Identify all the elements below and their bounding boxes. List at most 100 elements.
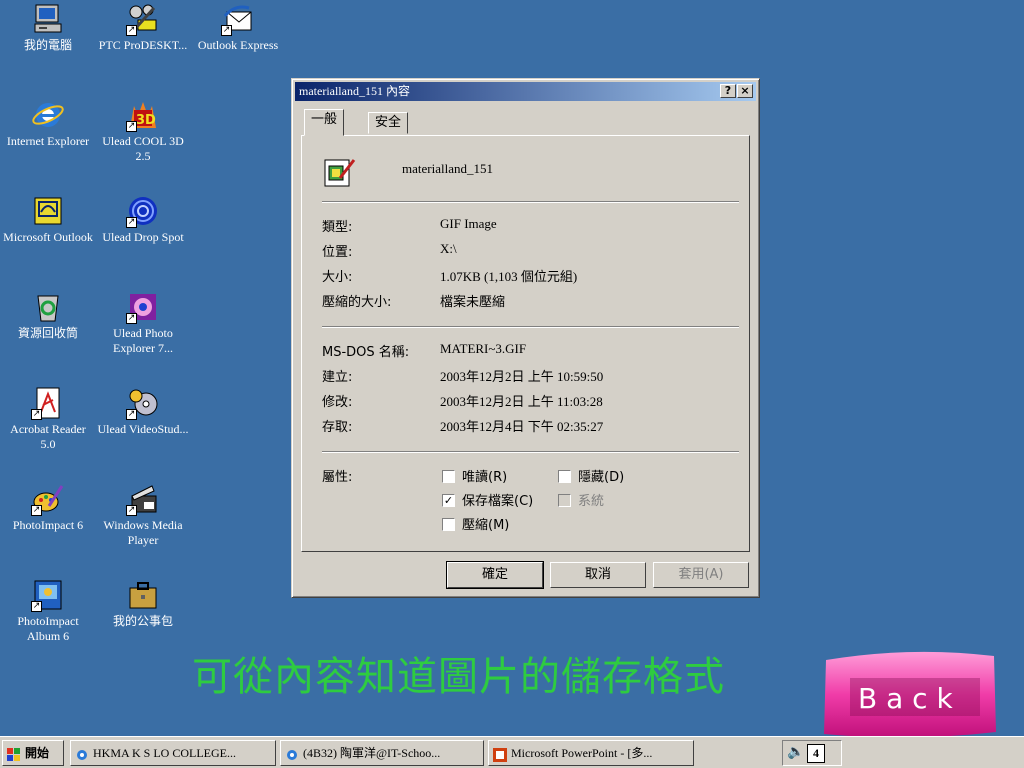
- apply-button: 套用(A): [653, 562, 749, 588]
- icon-label: 我的電腦: [23, 38, 72, 52]
- svg-text:3D: 3D: [136, 113, 156, 128]
- desktop-icon-ptc-prodesktop[interactable]: ↗ PTC ProDESKT...: [97, 2, 189, 53]
- desktop-icon-ulead-cool-3d[interactable]: 3D ↗ Ulead COOL 3D 2.5: [97, 98, 189, 164]
- photoimpact-icon: ↗: [31, 482, 65, 516]
- desktop-icon-windows-media-player[interactable]: ↗ Windows Media Player: [97, 482, 189, 548]
- desktop-icon-ulead-photo-explorer[interactable]: ↗ Ulead Photo Explorer 7...: [97, 290, 189, 356]
- msdos-name-value: MATERI~3.GIF: [440, 341, 527, 356]
- taskbar-item-label: HKMA K S LO COLLEGE...: [93, 746, 236, 760]
- system-tray: 🔈 4: [782, 740, 842, 766]
- icon-label: PTC ProDESKT...: [98, 38, 188, 52]
- icon-label: Outlook Express: [197, 38, 279, 52]
- readonly-label[interactable]: 唯讀(R): [462, 466, 507, 485]
- shortcut-arrow-icon: ↗: [126, 121, 137, 132]
- properties-dialog: materialland_151 內容 ? × 一般 安全 materialla…: [291, 78, 760, 598]
- internet-explorer-icon: [285, 746, 299, 760]
- modified-value: 2003年12月2日 上午 11:03:28: [440, 394, 603, 409]
- icon-label: Microsoft Outlook: [3, 230, 93, 244]
- location-value: X:\: [440, 241, 457, 256]
- desktop-icon-ulead-videostudio[interactable]: ↗ Ulead VideoStud...: [97, 386, 189, 437]
- hidden-label[interactable]: 隱藏(D): [578, 466, 624, 485]
- close-button[interactable]: ×: [737, 84, 753, 98]
- shortcut-arrow-icon: ↗: [221, 25, 232, 36]
- speaker-icon[interactable]: 🔈: [787, 745, 804, 761]
- shortcut-arrow-icon: ↗: [31, 409, 42, 420]
- system-checkbox: [558, 494, 571, 507]
- system-label: 系統: [578, 494, 605, 509]
- icon-label: Windows Media Player: [103, 518, 183, 547]
- recycle-bin-icon: [31, 290, 65, 324]
- start-button[interactable]: 開始: [2, 740, 64, 766]
- back-button[interactable]: B a c k: [820, 650, 1000, 740]
- icon-label: Acrobat Reader 5.0: [10, 422, 86, 451]
- ulead-photo-explorer-icon: ↗: [126, 290, 160, 324]
- desktop-icon-photoimpact[interactable]: ↗ PhotoImpact 6: [2, 482, 94, 533]
- icon-label: Ulead Drop Spot: [102, 230, 184, 244]
- compressed-size-label: 壓縮的大小:: [322, 295, 392, 310]
- desktop-icon-my-computer[interactable]: 我的電腦: [2, 2, 94, 53]
- attributes-label: 屬性:: [322, 470, 353, 485]
- accessed-value: 2003年12月4日 下午 02:35:27: [440, 419, 604, 434]
- icon-label: PhotoImpact 6: [12, 518, 84, 532]
- desktop-icon-ulead-drop-spot[interactable]: ↗ Ulead Drop Spot: [97, 194, 189, 245]
- icon-label: Ulead VideoStud...: [97, 422, 189, 436]
- icon-label: PhotoImpact Album 6: [17, 614, 79, 643]
- location-label: 位置:: [322, 245, 353, 260]
- desktop-icon-outlook-express[interactable]: ↗ Outlook Express: [192, 2, 284, 53]
- separator: [322, 201, 739, 203]
- ptc-prodesktop-icon: ↗: [126, 2, 160, 36]
- acrobat-icon: ↗: [31, 386, 65, 420]
- archive-checkbox[interactable]: ✓: [442, 494, 455, 507]
- cancel-button[interactable]: 取消: [550, 562, 646, 588]
- computer-icon: [31, 2, 65, 36]
- briefcase-icon: [126, 578, 160, 612]
- shortcut-arrow-icon: ↗: [126, 409, 137, 420]
- tab-general[interactable]: 一般: [304, 109, 345, 136]
- modified-label: 修改:: [322, 395, 353, 410]
- taskbar-item-label: (4B32) 陶軍洋@IT-Schoo...: [303, 746, 441, 760]
- shortcut-arrow-icon: ↗: [126, 217, 137, 228]
- desktop-icon-internet-explorer[interactable]: Internet Explorer: [2, 98, 94, 149]
- readonly-checkbox[interactable]: [442, 470, 455, 483]
- windows-logo-icon: [7, 746, 21, 761]
- question-icon: ?: [724, 84, 732, 97]
- gif-file-icon: [322, 156, 356, 190]
- powerpoint-icon: [493, 746, 507, 762]
- outlook-icon: [31, 194, 65, 228]
- icon-label: 資源回收筒: [17, 326, 78, 340]
- archive-label[interactable]: 保存檔案(C): [462, 490, 533, 509]
- start-label: 開始: [25, 746, 50, 760]
- type-value: GIF Image: [440, 216, 497, 231]
- ulead-drop-spot-icon: ↗: [126, 194, 160, 228]
- shortcut-arrow-icon: ↗: [126, 313, 137, 324]
- created-value: 2003年12月2日 上午 10:59:50: [440, 369, 604, 384]
- help-button[interactable]: ?: [720, 84, 736, 98]
- desktop-icon-acrobat-reader[interactable]: ↗ Acrobat Reader 5.0: [2, 386, 94, 452]
- tray-indicator[interactable]: 4: [807, 744, 825, 763]
- internet-explorer-icon: [31, 98, 65, 132]
- desktop-icon-my-briefcase[interactable]: 我的公事包: [97, 578, 189, 629]
- tab-panel-general: materialland_151 類型: GIF Image 位置: X:\ 大…: [301, 135, 750, 552]
- back-button-label: B a c k: [858, 682, 953, 715]
- desktop-icon-recycle-bin[interactable]: 資源回收筒: [2, 290, 94, 341]
- shortcut-arrow-icon: ↗: [31, 601, 42, 612]
- slide-caption: 可從內容知道圖片的儲存格式: [192, 654, 725, 700]
- taskbar-item-ie-itschool[interactable]: (4B32) 陶軍洋@IT-Schoo...: [280, 740, 484, 766]
- tab-label: 一般: [311, 112, 338, 127]
- desktop-icon-microsoft-outlook[interactable]: Microsoft Outlook: [2, 194, 94, 245]
- compress-label[interactable]: 壓縮(M): [462, 514, 509, 533]
- hidden-checkbox[interactable]: [558, 470, 571, 483]
- desktop-icon-photoimpact-album[interactable]: ↗ PhotoImpact Album 6: [2, 578, 94, 644]
- icon-label: Internet Explorer: [6, 134, 90, 148]
- icon-label: Ulead COOL 3D 2.5: [102, 134, 184, 163]
- taskbar-item-powerpoint[interactable]: Microsoft PowerPoint - [多...: [488, 740, 694, 766]
- dialog-titlebar[interactable]: materialland_151 內容 ? ×: [295, 82, 756, 101]
- shortcut-arrow-icon: ↗: [126, 25, 137, 36]
- icon-label: Ulead Photo Explorer 7...: [113, 326, 173, 355]
- compress-checkbox[interactable]: [442, 518, 455, 531]
- tab-security[interactable]: 安全: [368, 112, 409, 134]
- separator: [322, 451, 739, 453]
- ok-button[interactable]: 確定: [446, 561, 544, 589]
- taskbar-item-ie-hkma[interactable]: HKMA K S LO COLLEGE...: [70, 740, 276, 766]
- size-value: 1.07KB (1,103 個位元組): [440, 269, 578, 284]
